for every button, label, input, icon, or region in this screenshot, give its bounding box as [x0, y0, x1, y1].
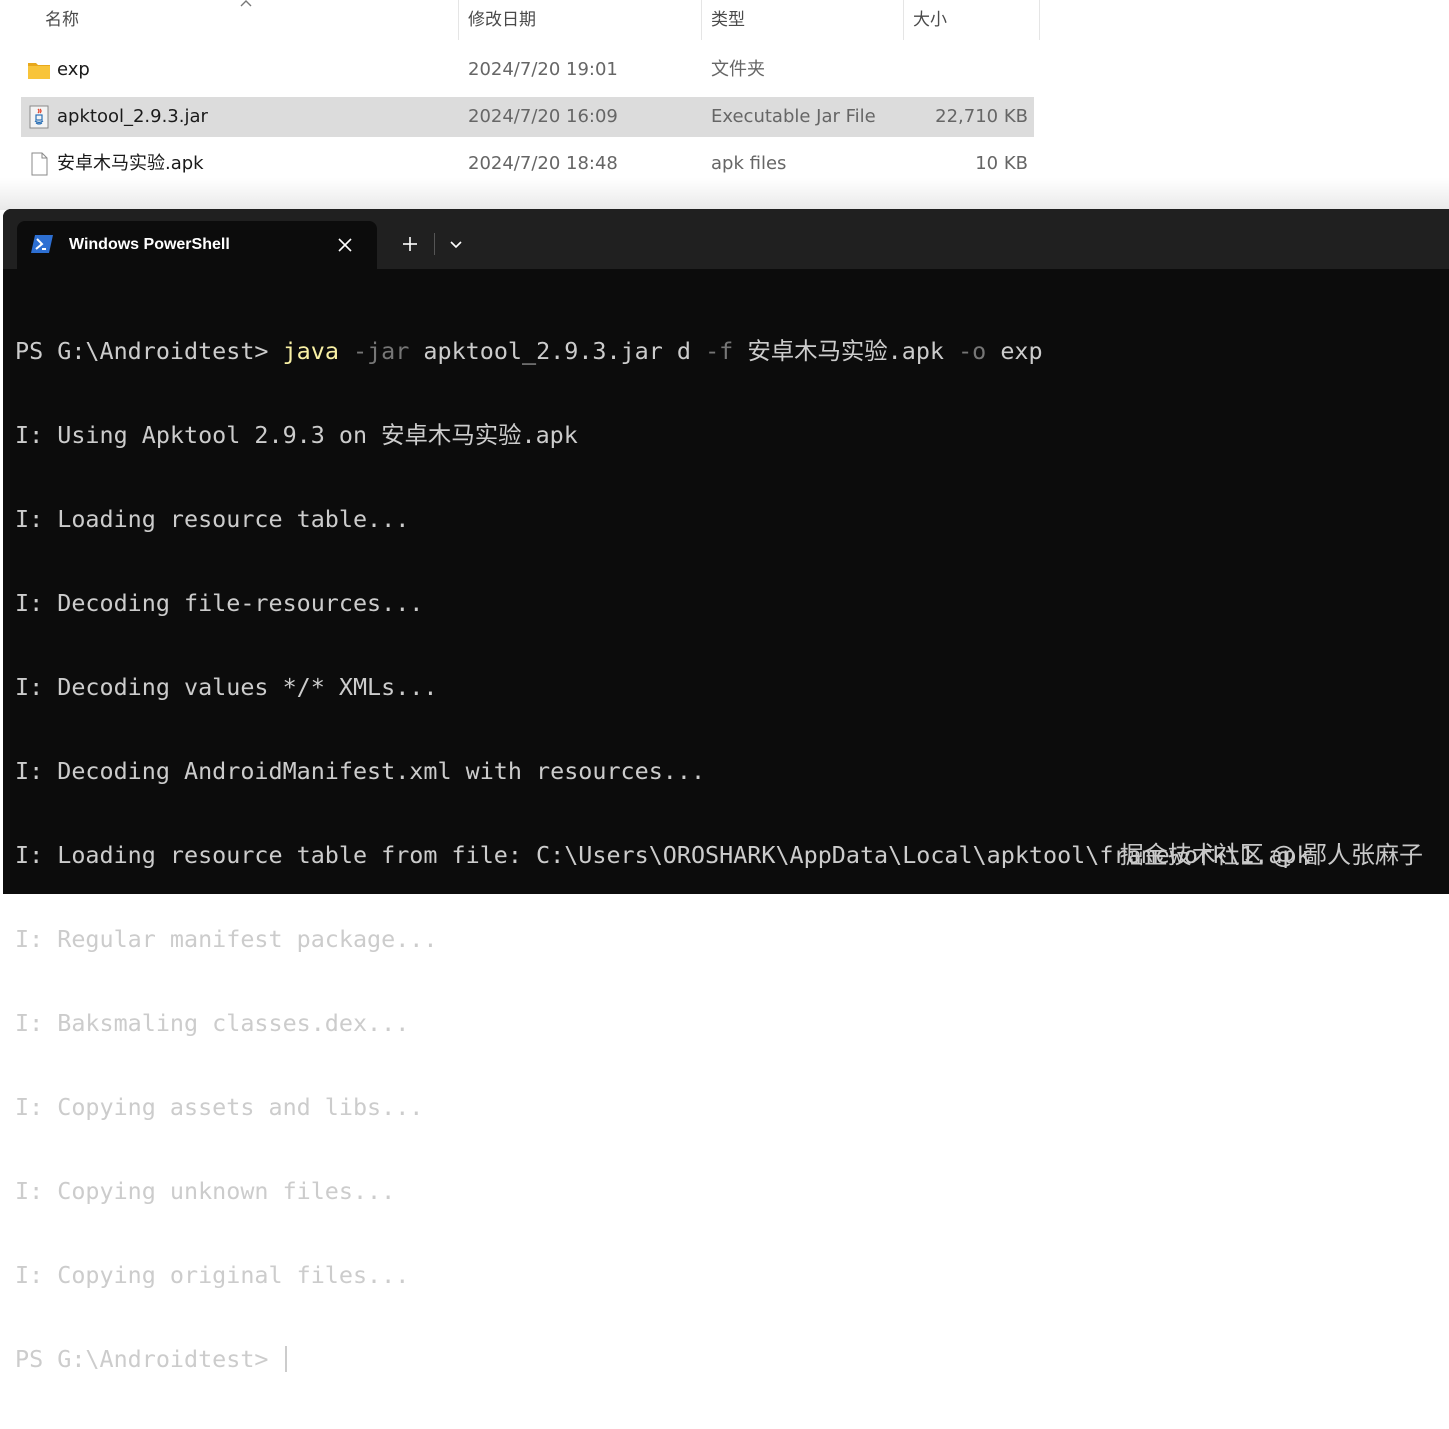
- command-flag: -jar: [338, 337, 410, 365]
- output-line: I: Decoding values */* XMLs...: [15, 673, 438, 701]
- column-header-type[interactable]: 类型: [711, 0, 745, 40]
- command-flag: -f: [691, 337, 734, 365]
- file-name: exp: [57, 59, 90, 80]
- tab-divider: [434, 233, 435, 255]
- file-name: apktool_2.9.3.jar: [57, 106, 208, 127]
- column-header-size[interactable]: 大小: [913, 0, 947, 40]
- final-prompt-line: PS G:\Androidtest>: [15, 1345, 1435, 1373]
- close-tab-button[interactable]: [331, 231, 359, 259]
- prompt: PS G:\Androidtest>: [15, 1345, 283, 1373]
- folder-icon: [28, 63, 50, 79]
- java-jar-icon: [29, 105, 49, 129]
- tab-bar: Windows PowerShell: [3, 209, 1449, 269]
- file-row-exp[interactable]: exp 2024/7/20 19:01 文件夹: [21, 50, 1034, 90]
- column-divider[interactable]: [903, 0, 904, 40]
- powershell-icon: [31, 235, 53, 253]
- text-cursor: [284, 1346, 287, 1372]
- file-type: 文件夹: [711, 59, 765, 80]
- output-line: I: Decoding file-resources...: [15, 589, 424, 617]
- tab-powershell[interactable]: Windows PowerShell: [17, 221, 377, 269]
- file-size: 22,710 KB: [935, 106, 1028, 127]
- window-gap: [0, 178, 1449, 210]
- column-header-name[interactable]: 名称: [45, 0, 79, 40]
- command-line: PS G:\Androidtest> java -jar apktool_2.9…: [15, 337, 1435, 365]
- watermark: 掘金技术社区 @ 鄙人张麻子: [1119, 841, 1423, 869]
- tab-title: Windows PowerShell: [69, 236, 230, 253]
- file-date: 2024/7/20 16:09: [468, 106, 618, 127]
- terminal-window[interactable]: Windows PowerShell PS G:\Androidtest> ja…: [3, 209, 1449, 1373]
- tab-dropdown-button[interactable]: [441, 229, 471, 259]
- output-line: I: Regular manifest package...: [15, 925, 438, 953]
- new-tab-button[interactable]: [395, 229, 425, 259]
- command-argument: 安卓木马实验.apk: [733, 337, 945, 365]
- column-header-date[interactable]: 修改日期: [468, 0, 536, 40]
- output-line: I: Copying assets and libs...: [15, 1093, 424, 1121]
- chevron-down-icon: [450, 241, 462, 249]
- output-line: I: Copying unknown files...: [15, 1177, 396, 1205]
- plus-icon: [403, 237, 417, 251]
- prompt: PS G:\Androidtest>: [15, 337, 283, 365]
- column-divider[interactable]: [1039, 0, 1040, 40]
- column-divider[interactable]: [458, 0, 459, 40]
- file-date: 2024/7/20 19:01: [468, 59, 618, 80]
- sort-ascending-icon[interactable]: [239, 0, 253, 8]
- command-argument: exp: [986, 337, 1043, 365]
- column-divider[interactable]: [701, 0, 702, 40]
- file-row-apktool-jar[interactable]: apktool_2.9.3.jar 2024/7/20 16:09 Execut…: [21, 97, 1034, 137]
- command-executable: java: [282, 337, 339, 365]
- file-icon: [31, 152, 48, 176]
- command-argument: apktool_2.9.3.jar d: [409, 337, 691, 365]
- output-line: I: Decoding AndroidManifest.xml with res…: [15, 757, 706, 785]
- file-type: Executable Jar File: [711, 106, 876, 127]
- output-line: I: Using Apktool 2.9.3 on 安卓木马实验.apk: [15, 421, 578, 449]
- close-icon: [338, 238, 352, 252]
- output-line: I: Loading resource table...: [15, 505, 410, 533]
- command-flag: -o: [944, 337, 987, 365]
- output-line: I: Copying original files...: [15, 1261, 410, 1289]
- file-explorer: 名称 修改日期 类型 大小 exp 2024/7/20 19:01 文件夹 ap…: [0, 0, 1449, 205]
- output-line: I: Baksmaling classes.dex...: [15, 1009, 410, 1037]
